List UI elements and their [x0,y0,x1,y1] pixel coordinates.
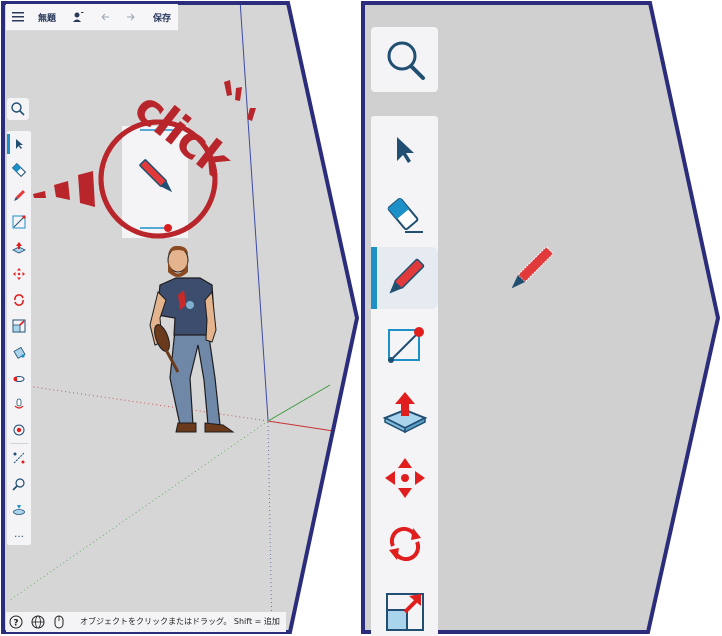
tool-line[interactable] [7,211,31,233]
tool-palette-zoomed [371,116,438,636]
app-header: 無題 保存 [6,4,178,31]
tool-move[interactable] [7,263,31,285]
tool-scale[interactable] [7,315,31,337]
tool-line[interactable] [371,312,438,380]
rotate-icon [388,526,421,562]
rotate-icon [14,294,24,306]
pencil-icon [14,189,26,201]
undo-icon[interactable] [98,4,112,30]
tool-pencil[interactable] [7,185,31,207]
mouse-icon [54,615,64,629]
search-icon [387,41,425,80]
left-viewport [1,1,721,634]
svg-text:?: ? [13,619,18,629]
document-title[interactable]: 無題 [36,4,58,30]
eraser-icon [12,163,26,177]
tool-section[interactable] [7,499,31,521]
tool-push-pull[interactable] [371,378,438,446]
select-arrow-icon [16,139,23,149]
orbit-icon [14,398,24,409]
move-icon [13,268,25,280]
tool-position-camera[interactable] [7,419,31,441]
zoom-icon [12,478,25,491]
redo-icon[interactable] [124,4,138,30]
tool-eraser[interactable] [7,159,31,181]
tool-orbit[interactable] [7,393,31,415]
tool-palette: … [7,131,31,545]
pencil-icon [388,258,424,294]
help-icon[interactable]: ? [9,615,23,629]
user-add-icon[interactable] [70,4,86,30]
select-arrow-icon [396,137,414,163]
position-camera-icon [13,424,25,436]
hamburger-menu-icon[interactable] [10,4,26,30]
search-button[interactable] [7,98,29,120]
eraser-icon [387,197,423,233]
tool-tape-measure[interactable] [7,447,31,469]
tool-push-pull[interactable] [7,237,31,259]
scale-icon [385,593,424,631]
paint-bucket-icon [13,346,26,359]
tool-rotate[interactable] [7,289,31,311]
tool-rotate[interactable] [371,510,438,578]
tool-zoom[interactable] [7,473,31,495]
separator [10,443,28,444]
tool-scale[interactable] [371,578,438,636]
line-icon [12,215,26,229]
tool-move[interactable] [371,444,438,512]
save-button[interactable]: 保存 [150,4,174,30]
more-tools-button[interactable]: … [7,523,31,545]
search-button-zoomed[interactable] [371,27,438,92]
tool-select[interactable] [7,133,31,155]
tool-eraser[interactable] [371,182,438,250]
search-icon [11,102,25,116]
follow-me-icon [13,376,25,382]
status-bar: ? オブジェクトをクリックまたはドラッグ。 Shift = 追加 [6,612,286,632]
line-icon [387,327,424,363]
scale-icon [12,319,26,333]
section-plane-icon [13,505,25,515]
tool-follow-me[interactable] [7,367,31,389]
tool-select[interactable] [371,116,438,184]
push-pull-icon [382,392,427,434]
move-icon [384,458,425,498]
status-message: オブジェクトをクリックまたはドラッグ。 Shift = 追加 [80,617,280,626]
globe-icon[interactable] [31,615,45,629]
tool-paint[interactable] [7,341,31,363]
tool-pencil[interactable] [371,244,438,312]
tape-measure-icon [13,452,25,464]
push-pull-icon [12,242,26,254]
pencil-cursor-icon [511,246,554,289]
pencil-icon [139,159,173,193]
